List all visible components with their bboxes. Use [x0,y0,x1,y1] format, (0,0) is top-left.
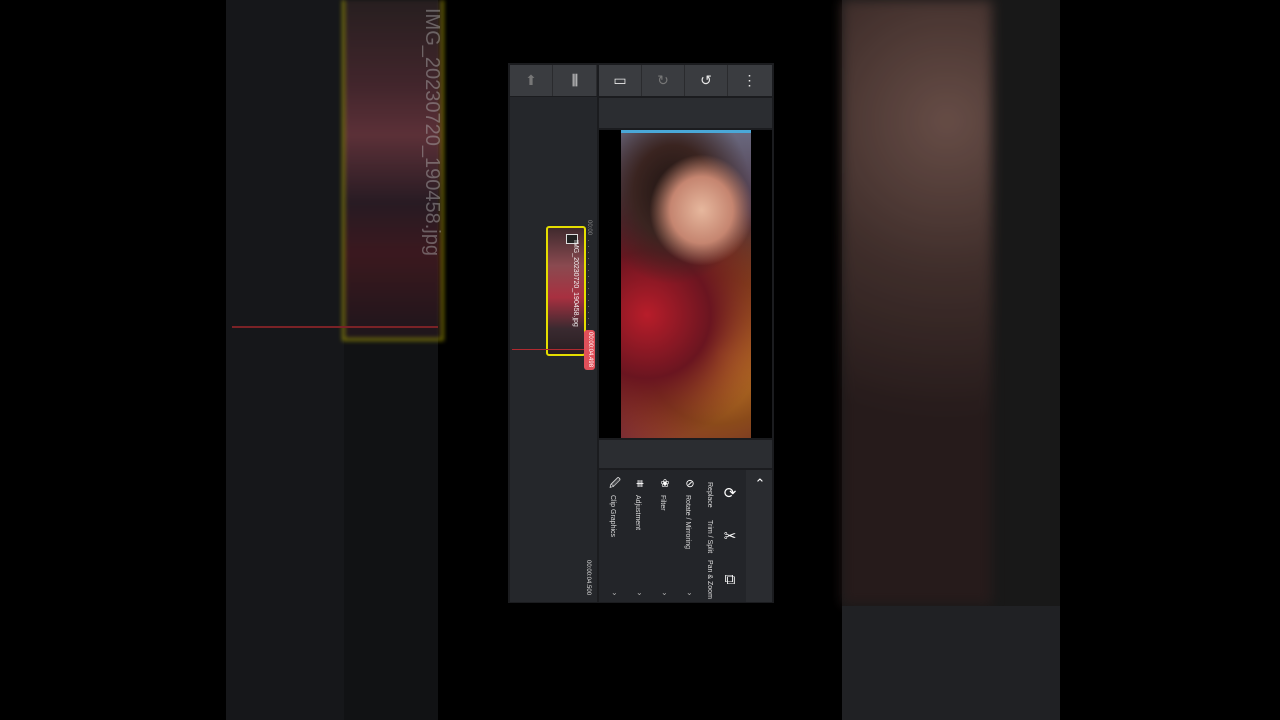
aspect-ratio-icon[interactable]: ▭ [599,65,642,96]
playhead[interactable] [512,349,584,350]
rotate-icon[interactable]: ⊘ [683,477,697,491]
preview-accent [621,130,751,133]
playhead-time: 00:00:04.498 [584,330,595,370]
clip-graphics-icon[interactable]: 🖉 [608,477,622,491]
filter-icon[interactable]: ❀ [658,477,672,491]
replace-icon[interactable]: ⟳ [720,484,740,504]
menu-replace[interactable]: Replace [706,482,713,508]
pan-zoom-icon[interactable]: ⧉ [720,570,740,590]
redo-icon[interactable]: ↻ [642,65,685,96]
collapse-icon[interactable]: ⌃ [750,474,770,494]
preview-footer [599,440,772,468]
menu-filter[interactable]: Filter [659,495,666,511]
background-clip-filename: IMG_20230720_190458.jpg [421,8,443,256]
background-left-track [226,0,344,720]
timeline-start-time: 00:00 [586,220,592,236]
menu-pan-zoom[interactable]: Pan & Zoom [706,560,713,599]
chevron-down-icon[interactable]: ⌄ [611,588,618,597]
clip-label: IMG_20230720_190458.jpg [572,240,579,327]
menu-trim-split[interactable]: Trim / Split [706,520,713,553]
scissors-icon[interactable]: ✂ [720,527,740,547]
background-playhead [232,326,438,328]
background-photo-blur [842,0,992,605]
chevron-down-icon[interactable]: ⌄ [636,588,643,597]
person-icon[interactable]: ⬆ [510,65,553,96]
adjustment-icon[interactable]: ⧻ [633,477,647,491]
timeline-toolbar: ⬆ ⫼ [510,65,597,96]
preview-toolbar: ▭ ↻ ↺ ⋮ [599,65,772,96]
menu-adjustment[interactable]: Adjustment [634,495,641,530]
more-icon[interactable]: ⋮ [728,65,771,96]
total-duration: 00:00:04.500 [585,560,591,596]
chevron-down-icon[interactable]: ⌄ [686,588,693,597]
preview-header [599,98,772,128]
menu-rotate-mirroring[interactable]: Rotate / Mirroring [684,495,691,549]
preview-photo [621,130,751,438]
waveform-icon[interactable]: ⫼ [554,65,597,96]
menu-clip-graphics[interactable]: Clip Graphics [609,495,616,537]
undo-icon[interactable]: ↺ [685,65,728,96]
background-right-bottom [842,606,1060,720]
chevron-down-icon[interactable]: ⌄ [661,588,668,597]
timeline-ruler [588,240,589,340]
